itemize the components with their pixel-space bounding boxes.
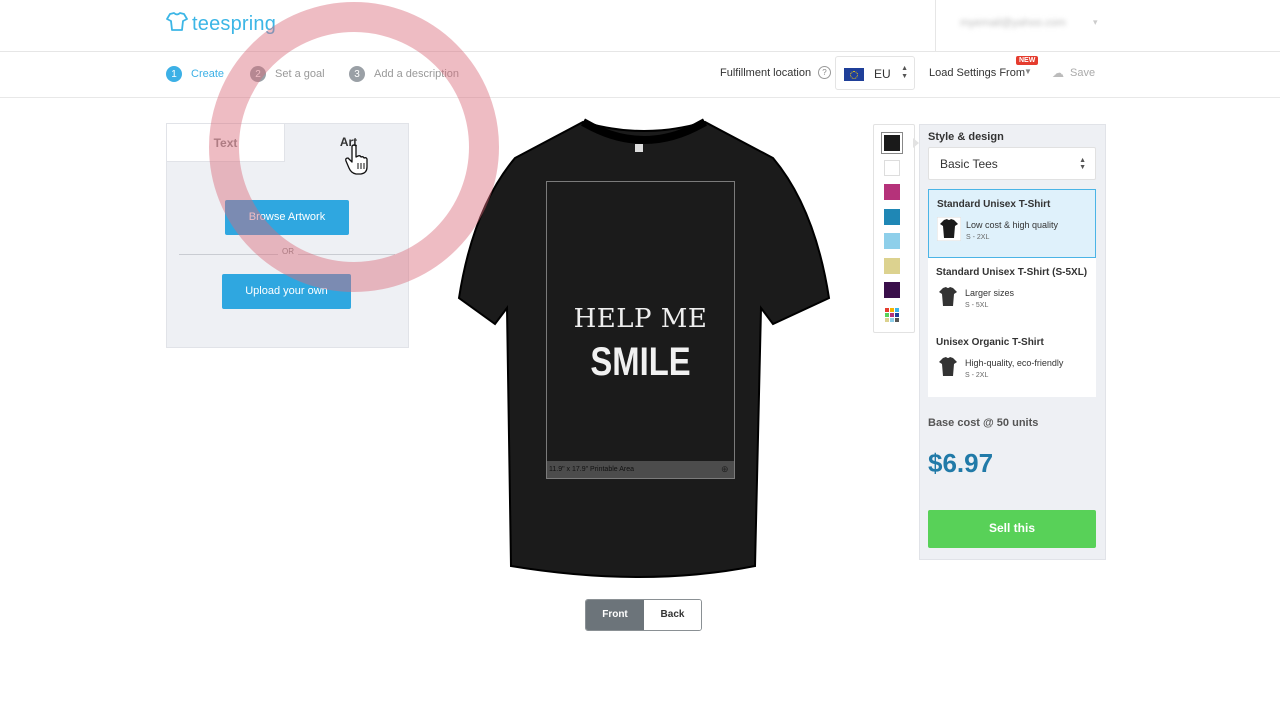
swatch-light-blue[interactable]	[884, 233, 900, 249]
step-number: 1	[166, 66, 182, 82]
step-label: Add a description	[374, 68, 459, 80]
or-separator: OR	[278, 247, 298, 256]
fulfillment-value: EU	[874, 67, 891, 81]
help-icon[interactable]: ?	[818, 66, 831, 79]
user-email[interactable]: myemail@yahoo.com	[960, 17, 1066, 29]
step-set-goal[interactable]: 2 Set a goal	[250, 66, 325, 82]
more-colors-icon[interactable]	[884, 307, 900, 323]
header-divider	[935, 0, 936, 51]
zoom-icon[interactable]: ⊕	[721, 464, 729, 475]
product-sizes: S - 5XL	[965, 302, 989, 309]
swatch-black[interactable]	[881, 132, 903, 154]
cloud-upload-icon[interactable]: ☁	[1052, 66, 1064, 80]
shirt-logo-icon	[166, 11, 188, 38]
back-view-button[interactable]: Back	[644, 600, 701, 630]
tshirt-icon	[936, 216, 962, 242]
style-design-label: Style & design	[928, 131, 1004, 143]
base-cost-label: Base cost @ 50 units	[928, 417, 1039, 429]
product-title: Standard Unisex T-Shirt (S-5XL)	[936, 267, 1088, 278]
brand-name: teespring	[192, 13, 277, 35]
chevron-down-icon[interactable]: ▾	[1093, 17, 1098, 28]
base-price: $6.97	[928, 448, 994, 478]
eu-flag-icon	[844, 68, 864, 81]
swatch-white[interactable]	[884, 160, 900, 176]
load-settings-button[interactable]: Load Settings From	[929, 67, 1025, 79]
style-category-value: Basic Tees	[940, 157, 998, 171]
product-standard-unisex[interactable]: Standard Unisex T-Shirt Low cost & high …	[928, 189, 1096, 258]
teespring-logo[interactable]: teespring	[166, 11, 276, 38]
fulfillment-select[interactable]: EU ▲ ▼	[835, 56, 915, 90]
design-text-line1[interactable]: HELP ME	[546, 304, 735, 334]
swatch-khaki[interactable]	[884, 258, 900, 274]
step-label: Create	[191, 68, 225, 80]
product-description: High-quality, eco-friendly	[965, 358, 1064, 368]
product-sizes: S - 2XL	[966, 234, 990, 241]
printable-area-label: 11.9" x 17.9" Printable Area	[549, 466, 635, 473]
style-category-select[interactable]: Basic Tees ▲ ▼	[928, 147, 1096, 180]
tshirt-icon	[936, 355, 960, 379]
swatch-purple[interactable]	[884, 282, 900, 298]
save-button[interactable]: Save	[1070, 67, 1095, 79]
fulfillment-label: Fulfillment location	[720, 67, 812, 79]
step-add-description[interactable]: 3 Add a description	[349, 66, 459, 82]
select-arrows-icon: ▲ ▼	[901, 65, 908, 80]
hand-cursor-icon	[344, 144, 372, 181]
tab-text[interactable]: Text	[166, 123, 285, 162]
tshirt-icon	[936, 285, 960, 309]
product-list: Standard Unisex T-Shirt Low cost & high …	[928, 189, 1096, 397]
view-toggle: Front Back	[585, 599, 702, 631]
product-title: Unisex Organic T-Shirt	[936, 337, 1044, 348]
sell-this-button[interactable]: Sell this	[928, 510, 1096, 548]
step-number: 2	[250, 66, 266, 82]
upload-your-own-button[interactable]: Upload your own	[222, 274, 351, 309]
swatch-blue[interactable]	[884, 209, 900, 225]
product-organic[interactable]: Unisex Organic T-Shirt High-quality, eco…	[928, 328, 1096, 397]
browse-artwork-button[interactable]: Browse Artwork	[225, 200, 349, 235]
step-create[interactable]: 1 Create	[166, 66, 224, 82]
design-text-line2[interactable]: SMILE	[563, 340, 718, 385]
swatch-pink[interactable]	[884, 184, 900, 200]
product-description: Low cost & high quality	[966, 220, 1059, 230]
step-label: Set a goal	[275, 68, 325, 80]
product-standard-unisex-5xl[interactable]: Standard Unisex T-Shirt (S-5XL) Larger s…	[928, 258, 1096, 327]
product-description: Larger sizes	[965, 288, 1015, 298]
new-badge: NEW	[1016, 56, 1039, 65]
product-sizes: S - 2XL	[965, 372, 989, 379]
step-number: 3	[349, 66, 365, 82]
color-swatches	[873, 124, 915, 333]
product-title: Standard Unisex T-Shirt	[937, 199, 1051, 210]
front-view-button[interactable]: Front	[586, 600, 644, 630]
chevron-down-icon[interactable]: ▼	[1024, 67, 1032, 76]
select-arrows-icon: ▲ ▼	[1079, 157, 1086, 171]
